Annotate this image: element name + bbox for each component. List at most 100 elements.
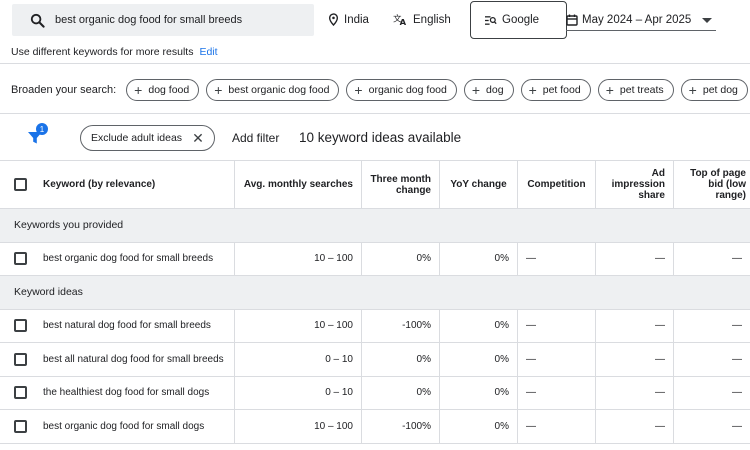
keyword-cell: best organic dog food for small dogs	[43, 420, 205, 432]
competition-cell: —	[526, 353, 536, 365]
select-all-checkbox[interactable]	[14, 178, 27, 191]
competition-cell: —	[526, 320, 536, 332]
top-bid-cell: —	[732, 387, 742, 399]
yoy-cell: 0%	[494, 320, 509, 332]
language-selector[interactable]: 文A English	[393, 13, 451, 26]
three-month-cell: -100%	[402, 420, 431, 432]
three-month-cell: 0%	[416, 253, 431, 265]
table-row: best organic dog food for small dogs 10 …	[0, 410, 750, 444]
svg-text:A: A	[400, 17, 407, 26]
keyword-ideas-table: Keyword (by relevance) Avg. monthly sear…	[0, 160, 750, 444]
avg-searches-cell: 0 – 10	[325, 387, 353, 399]
chip-label: pet treats	[619, 84, 664, 96]
network-selector[interactable]: Google	[470, 1, 567, 39]
header-ad-impression-share[interactable]: Ad impression share	[596, 161, 674, 208]
keyword-ideas-count: 10 keyword ideas available	[299, 130, 462, 145]
location-label: India	[344, 13, 369, 26]
header-top-of-page-bid-low[interactable]: Top of page bid (low range)	[674, 161, 750, 208]
close-icon[interactable]: ✕	[192, 130, 204, 147]
row-checkbox[interactable]	[14, 319, 27, 333]
filter-count-badge: 1	[36, 123, 48, 135]
chip-label: best organic dog food	[228, 84, 330, 96]
header-three-month-change[interactable]: Three month change	[362, 161, 440, 208]
table-row: best organic dog food for small breeds 1…	[0, 242, 750, 276]
language-label: English	[413, 13, 451, 26]
header-yoy-change[interactable]: YoY change	[440, 161, 518, 208]
location-selector[interactable]: India	[328, 13, 369, 26]
yoy-cell: 0%	[494, 420, 509, 432]
plus-icon: +	[134, 82, 143, 98]
broaden-chip[interactable]: + pet treats	[597, 79, 674, 101]
row-checkbox[interactable]	[14, 386, 27, 400]
plus-icon: +	[688, 82, 697, 98]
broaden-search-row: Broaden your search: + dog food + best org…	[11, 79, 750, 101]
search-input[interactable]	[55, 14, 314, 26]
competition-cell: —	[526, 253, 536, 265]
top-bid-cell: —	[732, 353, 742, 365]
row-checkbox[interactable]	[14, 252, 27, 266]
header-label: YoY change	[450, 179, 507, 190]
broaden-chip[interactable]: + best organic dog food	[206, 79, 340, 101]
divider	[0, 113, 750, 114]
header-label: Avg. monthly searches	[243, 179, 353, 190]
broaden-chip[interactable]: + dog food	[126, 79, 200, 101]
table-row: best all natural dog food for small bree…	[0, 343, 750, 377]
yoy-cell: 0%	[494, 353, 509, 365]
broaden-chip[interactable]: + organic dog food	[346, 79, 457, 101]
ad-share-cell: —	[655, 320, 665, 332]
ad-share-cell: —	[655, 387, 665, 399]
exclude-adult-ideas-chip[interactable]: Exclude adult ideas ✕	[80, 125, 215, 151]
header-label: Keyword (by relevance)	[43, 179, 156, 190]
three-month-cell: 0%	[416, 353, 431, 365]
location-pin-icon	[328, 13, 339, 26]
divider	[0, 63, 750, 64]
plus-icon: +	[354, 82, 363, 98]
group-row-ideas: Keyword ideas	[0, 276, 750, 310]
edit-link[interactable]: Edit	[199, 46, 217, 58]
row-checkbox[interactable]	[14, 419, 27, 433]
date-range-label: May 2024 – Apr 2025	[582, 14, 692, 26]
broaden-chip[interactable]: + pet food	[520, 79, 591, 101]
calendar-icon	[566, 14, 578, 26]
exclude-chip-label: Exclude adult ideas	[91, 132, 183, 144]
competition-cell: —	[526, 387, 536, 399]
keyword-search-box[interactable]	[12, 4, 314, 36]
chip-label: pet food	[542, 84, 581, 96]
avg-searches-cell: 0 – 10	[325, 353, 353, 365]
ad-share-cell: —	[655, 420, 665, 432]
chip-label: organic dog food	[368, 84, 447, 96]
keyword-cell: best all natural dog food for small bree…	[43, 353, 224, 365]
three-month-cell: -100%	[402, 320, 431, 332]
header-label: Ad impression share	[611, 168, 665, 201]
chip-label: dog	[486, 84, 504, 96]
header-avg-monthly-searches[interactable]: Avg. monthly searches	[235, 161, 362, 208]
broaden-chip[interactable]: + pet dog	[680, 79, 748, 101]
broaden-chip[interactable]: + dog	[463, 79, 514, 101]
header-label: Three month change	[370, 173, 431, 196]
ad-share-cell: —	[655, 253, 665, 265]
avg-searches-cell: 10 – 100	[314, 253, 353, 265]
keyword-cell: the healthiest dog food for small dogs	[43, 387, 210, 399]
add-filter-button[interactable]: Add filter	[232, 131, 279, 145]
keyword-hint: Use different keywords for more results E…	[11, 46, 218, 58]
header-label: Top of page bid (low range)	[690, 168, 746, 201]
table-header-row: Keyword (by relevance) Avg. monthly sear…	[0, 160, 750, 209]
plus-icon: +	[605, 82, 614, 98]
group-label: Keywords you provided	[14, 219, 124, 232]
group-label: Keyword ideas	[14, 286, 83, 299]
chip-label: pet dog	[702, 84, 738, 96]
group-row-provided: Keywords you provided	[0, 209, 750, 243]
network-label: Google	[502, 14, 540, 26]
header-label: Competition	[527, 179, 586, 190]
plus-icon: +	[528, 82, 537, 98]
header-competition[interactable]: Competition	[518, 161, 596, 208]
chip-label: dog food	[148, 84, 190, 96]
keyword-cell: best natural dog food for small breeds	[43, 320, 211, 332]
row-checkbox[interactable]	[14, 352, 27, 366]
avg-searches-cell: 10 – 100	[314, 420, 353, 432]
plus-icon: +	[471, 82, 481, 98]
header-keyword[interactable]: Keyword (by relevance)	[0, 161, 235, 208]
competition-cell: —	[526, 420, 536, 432]
table-row: best natural dog food for small breeds 1…	[0, 309, 750, 343]
date-range-selector[interactable]: May 2024 – Apr 2025	[566, 10, 716, 31]
